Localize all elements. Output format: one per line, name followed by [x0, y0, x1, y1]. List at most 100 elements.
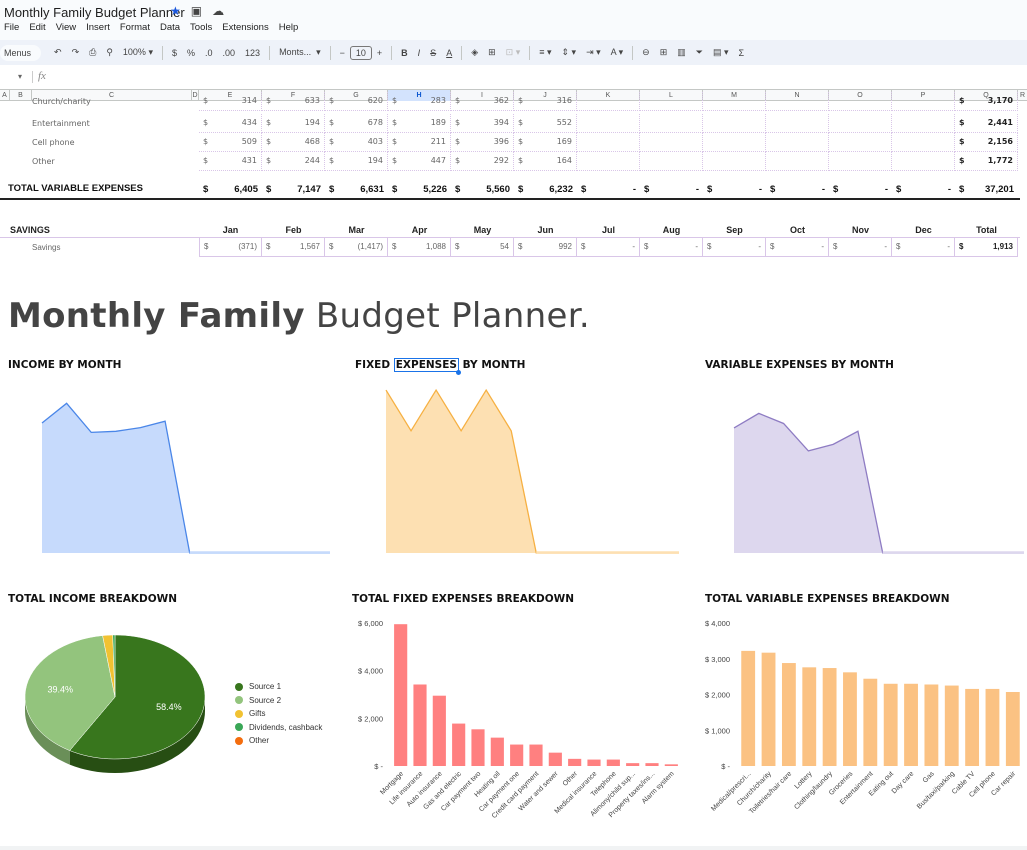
bar-telephone[interactable]	[606, 759, 620, 766]
bar-entertainment[interactable]	[863, 678, 878, 766]
grand-total-cell[interactable]: $37,201	[955, 180, 1018, 199]
menu-extensions[interactable]: Extensions	[222, 22, 268, 33]
total-month-cell[interactable]: $ -	[829, 180, 892, 199]
savings-cell[interactable]: $992	[514, 238, 577, 257]
format-percent-button[interactable]: %	[187, 48, 195, 58]
borders-icon[interactable]: ⊞	[488, 47, 496, 58]
name-box-dropdown-icon[interactable]: ▾	[18, 72, 22, 81]
document-title[interactable]: Monthly Family Budget Planner	[4, 5, 185, 20]
insert-chart-icon[interactable]: ▥	[677, 47, 686, 58]
functions-button[interactable]: Σ	[739, 48, 745, 58]
month-cell[interactable]	[640, 114, 703, 133]
bar-cable-tv[interactable]	[965, 688, 980, 766]
undo-icon[interactable]: ↶	[54, 47, 62, 58]
month-cell[interactable]	[703, 92, 766, 111]
bar-gas[interactable]	[924, 684, 939, 766]
month-cell[interactable]	[703, 114, 766, 133]
bar-groceries[interactable]	[843, 672, 857, 766]
total-fixed-expenses-breakdown-chart[interactable]: $ -$ 2,000$ 4,000$ 6,000MortgageLife ins…	[345, 612, 685, 842]
bold-button[interactable]: B	[401, 48, 408, 58]
menu-view[interactable]: View	[56, 22, 76, 33]
bar-alimony-child-sup-[interactable]	[626, 763, 640, 766]
fill-color-icon[interactable]: ◈	[471, 47, 478, 58]
total-income-breakdown-chart[interactable]: 58.4% 39.4%	[20, 634, 220, 795]
insert-comment-icon[interactable]: ⊞	[660, 47, 668, 58]
bar-water-and-sewer[interactable]	[548, 752, 562, 766]
income-by-month-chart[interactable]	[41, 385, 332, 555]
variable-expenses-by-month-chart[interactable]	[733, 385, 1026, 555]
month-cell[interactable]: $189	[388, 114, 451, 133]
month-cell[interactable]: $314	[199, 92, 262, 111]
font-size-input[interactable]: 10	[349, 45, 372, 60]
total-month-cell[interactable]: $ -	[766, 180, 829, 199]
menu-edit[interactable]: Edit	[29, 22, 45, 33]
chart-title-income-by-month[interactable]: INCOME BY MONTH	[8, 359, 121, 371]
insert-link-icon[interactable]: ⊖	[642, 47, 650, 58]
chart-title-fixed-expenses-by-month[interactable]: FIXED EXPENSES BY MONTH	[355, 358, 525, 375]
font-select[interactable]: Monts... ▾	[279, 47, 321, 58]
total-month-cell[interactable]: $ -	[640, 180, 703, 199]
month-cell[interactable]: $678	[325, 114, 388, 133]
savings-cell[interactable]: $ -	[640, 238, 703, 257]
month-cell[interactable]: $447	[388, 152, 451, 171]
text-color-button[interactable]: A	[446, 48, 452, 58]
total-month-cell[interactable]: $ -	[892, 180, 955, 199]
month-cell[interactable]: $403	[325, 133, 388, 152]
legend-item[interactable]: Source 2	[235, 694, 322, 708]
bar-auto-insurance[interactable]	[432, 695, 446, 766]
total-month-cell[interactable]: $5,560	[451, 180, 514, 199]
redo-icon[interactable]: ↷	[72, 47, 80, 58]
paint-format-icon[interactable]: ⚲	[106, 47, 113, 58]
chart-title-total-fixed-expenses-breakdown[interactable]: TOTAL FIXED EXPENSES BREAKDOWN	[352, 593, 574, 605]
total-month-cell[interactable]: $7,147	[262, 180, 325, 199]
bar-car-payment-one[interactable]	[510, 744, 524, 766]
month-cell[interactable]	[892, 92, 955, 111]
legend-item[interactable]: Gifts	[235, 707, 322, 721]
total-cell[interactable]: $3,170	[955, 92, 1018, 111]
menu-help[interactable]: Help	[279, 22, 299, 33]
selection-handle[interactable]	[455, 370, 461, 375]
filter-views-icon[interactable]: ▤ ▾	[713, 47, 729, 58]
total-cell[interactable]: $2,441	[955, 114, 1018, 133]
merge-cells-icon[interactable]: ⊡ ▾	[506, 47, 521, 58]
total-month-cell[interactable]: $ -	[703, 180, 766, 199]
search-menus-button[interactable]: Menus	[0, 44, 42, 61]
month-cell[interactable]: $169	[514, 133, 577, 152]
savings-cell[interactable]: $ (371)	[199, 238, 262, 257]
month-cell[interactable]: $194	[262, 114, 325, 133]
decrease-font-size-button[interactable]: −	[340, 48, 345, 58]
legend-item[interactable]: Source 1	[235, 680, 322, 694]
bar-heating-oil[interactable]	[490, 737, 504, 766]
bar-other[interactable]	[568, 758, 582, 766]
month-cell[interactable]: $620	[325, 92, 388, 111]
month-cell[interactable]	[640, 152, 703, 171]
bar-eating-out[interactable]	[883, 683, 898, 766]
cloud-saved-icon[interactable]: ☁	[212, 4, 224, 18]
month-cell[interactable]	[640, 133, 703, 152]
savings-cell[interactable]: $ -	[766, 238, 829, 257]
month-cell[interactable]	[829, 152, 892, 171]
month-cell[interactable]: $431	[199, 152, 262, 171]
month-cell[interactable]: $283	[388, 92, 451, 111]
total-month-cell[interactable]: $6,405	[199, 180, 262, 199]
total-month-cell[interactable]: $6,631	[325, 180, 388, 199]
bar-gas-and-electric[interactable]	[452, 723, 466, 766]
month-cell[interactable]: $194	[325, 152, 388, 171]
savings-cell[interactable]: $ (1,417)	[325, 238, 388, 257]
month-cell[interactable]: $468	[262, 133, 325, 152]
menu-file[interactable]: File	[4, 22, 19, 33]
text-wrapping-icon[interactable]: ⇥ ▾	[586, 47, 601, 58]
total-cell[interactable]: $1,772	[955, 152, 1018, 171]
chart-title-total-income-breakdown[interactable]: TOTAL INCOME BREAKDOWN	[8, 593, 177, 605]
bar-car-payment-two[interactable]	[471, 729, 485, 766]
total-cell[interactable]: $2,156	[955, 133, 1018, 152]
month-cell[interactable]: $316	[514, 92, 577, 111]
savings-cell[interactable]: $ -	[829, 238, 892, 257]
bar-life-insurance[interactable]	[413, 684, 427, 766]
bar-cell-phone[interactable]	[985, 688, 1000, 766]
month-cell[interactable]	[766, 114, 829, 133]
month-cell[interactable]	[577, 92, 640, 111]
fixed-expenses-by-month-chart[interactable]	[385, 385, 681, 555]
month-cell[interactable]: $211	[388, 133, 451, 152]
month-cell[interactable]	[892, 114, 955, 133]
